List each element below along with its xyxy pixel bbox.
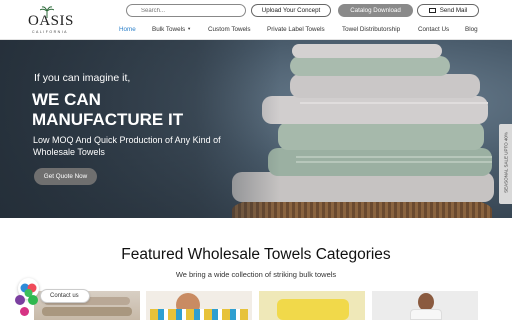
featured-subtitle: We bring a wide collection of striking b… [175,270,337,279]
striped-beach-towel [150,309,248,320]
page: OASIS CALIFORNIA Upload Your Concept Cat… [0,0,512,320]
category-thumbnail[interactable] [372,291,478,320]
nav-towel-distributorship[interactable]: Towel Distributorship [342,26,400,36]
site-header: OASIS CALIFORNIA Upload Your Concept Cat… [0,0,512,40]
nav-contact-us[interactable]: Contact Us [418,26,449,36]
chevron-down-icon: ▼ [187,26,192,31]
hero-title-line1: WE CAN [32,90,101,109]
category-thumbnail[interactable] [259,291,365,320]
towel-border-stripe [296,156,492,158]
contact-us-pill[interactable]: Contact us [40,289,90,303]
category-thumbnail[interactable] [146,291,252,320]
nav-bulk-towels-label: Bulk Towels [152,26,186,33]
hero-tagline: If you can imagine it, [34,72,131,84]
logo-subtext: CALIFORNIA [32,30,69,34]
get-quote-button[interactable]: Get Quote Now [34,168,97,185]
upload-concept-button[interactable]: Upload Your Concept [251,4,331,17]
nav-bulk-towels[interactable]: Bulk Towels ▼ [152,26,191,36]
hero-title: WE CAN MANUFACTURE IT [32,90,252,130]
towel-gray-small [292,44,442,58]
send-mail-label: Send Mail [439,7,468,14]
nav-home[interactable]: Home [119,26,136,36]
messenger-icon[interactable] [15,295,25,305]
towel-gray-large [262,96,488,124]
search-input[interactable] [126,4,246,17]
hero-subtitle: Low MOQ And Quick Production of Any Kind… [33,135,263,158]
hero-subtitle-line2: Wholesale Towels [33,146,105,157]
seasonal-sale-label: SEASONAL SALE UPTO 40% [503,132,509,193]
hero-banner: If you can imagine it, WE CAN MANUFACTUR… [0,40,512,218]
mail-icon [428,8,436,13]
towel-border-stripe [300,102,488,104]
catalog-download-button[interactable]: Catalog Download [338,4,413,17]
send-mail-button[interactable]: Send Mail [417,4,479,17]
towel-gray-medium [290,74,480,98]
nav-blog[interactable]: Blog [465,26,478,36]
logo-wordmark: OASIS [28,13,74,29]
towel-sage-medium [278,122,484,150]
white-robe [410,309,442,320]
hero-title-line2: MANUFACTURE IT [32,110,184,129]
oasis-logo[interactable]: OASIS CALIFORNIA [28,6,76,36]
whatsapp-icon[interactable] [28,295,38,305]
seasonal-sale-tab[interactable]: SEASONAL SALE UPTO 40% [499,124,512,204]
yellow-towel [277,299,349,320]
hero-subtitle-line1: Low MOQ And Quick Production of Any Kind… [33,135,221,145]
featured-title: Featured Wholesale Towels Categories [121,246,391,263]
towel-border-stripe [296,161,492,163]
folded-towel [42,307,132,316]
nav-private-label-towels[interactable]: Private Label Towels [267,26,325,36]
email-icon[interactable] [20,307,29,316]
nav-custom-towels[interactable]: Custom Towels [208,26,251,36]
towel-sage-small [290,56,450,76]
